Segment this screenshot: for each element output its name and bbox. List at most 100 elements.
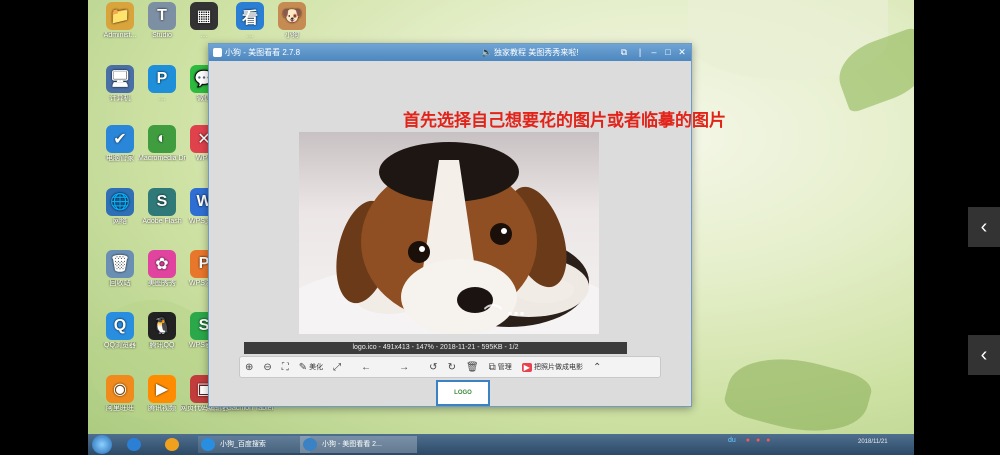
ie-taskbar-button[interactable] bbox=[124, 436, 166, 453]
desktop-icon-label: … bbox=[158, 95, 166, 102]
taskbar-item-label: 小狗_百度搜索 bbox=[220, 441, 266, 448]
maximize-button[interactable]: □ bbox=[661, 44, 675, 61]
chevron-left-icon: ‹ bbox=[980, 344, 988, 366]
app-icon: ✔ bbox=[106, 125, 134, 153]
beautify-button[interactable]: ✎ 美化 bbox=[294, 357, 328, 377]
rotate-left-icon: ↺ bbox=[429, 361, 438, 373]
desktop-icon-label: 计算机 bbox=[109, 95, 131, 102]
image-watermark: ⌒ ⋯ bbox=[484, 304, 526, 324]
desktop-icon-label: 电脑管家 bbox=[106, 155, 134, 162]
title-notice[interactable]: 独家教程 美图秀秀来啦! bbox=[494, 44, 578, 61]
desktop-icon[interactable]: ✔ 电脑管家 bbox=[96, 125, 144, 163]
taskbar-item-viewer[interactable]: 小狗 - 美图看看 2... bbox=[300, 436, 417, 453]
app-icon: 🗑 bbox=[106, 250, 134, 278]
desktop-icon-label: Macromedia Dreamwe... bbox=[138, 155, 186, 162]
desktop-icon[interactable]: T Studio bbox=[138, 2, 186, 40]
chevron-left-icon: ‹ bbox=[980, 216, 988, 238]
desktop-icon[interactable]: P… bbox=[138, 65, 186, 103]
app-icon: 🐧 bbox=[148, 312, 176, 340]
desktop-icon-label: Studio bbox=[152, 32, 172, 39]
separator: | bbox=[638, 47, 642, 57]
brush-icon: ✎ bbox=[298, 361, 308, 373]
previous-image-button[interactable]: ← bbox=[356, 357, 376, 377]
desktop-icon[interactable]: 📁 Administ... bbox=[96, 2, 144, 40]
desktop-icon-label: 阿里旺旺 bbox=[106, 405, 134, 412]
desktop-icon[interactable]: S Adobe Flash bbox=[138, 188, 186, 226]
tray-icon[interactable]: ● bbox=[756, 437, 760, 444]
start-button[interactable] bbox=[92, 435, 112, 454]
desktop-icon[interactable]: ▶ 腾讯视频 bbox=[138, 375, 186, 413]
manage-label: 管理 bbox=[497, 364, 512, 371]
trash-icon: 🗑 bbox=[465, 361, 479, 373]
rotate-left-button[interactable]: ↺ bbox=[424, 357, 442, 377]
wallpaper-decoration bbox=[721, 343, 875, 447]
rotate-right-button[interactable]: ↻ bbox=[443, 357, 461, 377]
previous-slide-button-lower[interactable]: ‹ bbox=[968, 335, 1000, 375]
window-title: 小狗 - 美图看看 2.7.8 bbox=[225, 48, 301, 57]
desktop-icon[interactable]: ✿ 美图秀秀 bbox=[138, 250, 186, 288]
app-icon: 🌐 bbox=[106, 188, 134, 216]
app-icon: Q bbox=[106, 312, 134, 340]
app-icon: T bbox=[148, 2, 176, 30]
image-viewer-window: 小狗 - 美图看看 2.7.8 🔈 独家教程 美图秀秀来啦! ⧉ | – □ ✕ bbox=[208, 43, 692, 407]
taskbar-item-browser[interactable]: 小狗_百度搜索 bbox=[198, 436, 310, 453]
viewer-toolbar: ⊕ ⊖ ⛶ ✎ 美化 ⤢ ← → ↺ ↻ 🗑 ⧉ 管理 ▶ 把照片做成电影 ⌃ bbox=[239, 356, 661, 378]
previous-slide-button[interactable]: ‹ bbox=[968, 207, 1000, 247]
window-titlebar[interactable]: 小狗 - 美图看看 2.7.8 🔈 独家教程 美图秀秀来啦! ⧉ | – □ ✕ bbox=[209, 44, 691, 61]
manage-button[interactable]: ⧉ 管理 bbox=[484, 357, 517, 377]
app-icon: ◉ bbox=[106, 375, 134, 403]
close-button[interactable]: ✕ bbox=[675, 44, 689, 61]
desktop-icon-label: 美图秀秀 bbox=[148, 280, 176, 287]
zoom-in-icon: ⊕ bbox=[245, 361, 254, 373]
desktop-icon-label: 回收站 bbox=[109, 280, 131, 287]
desktop-icon[interactable]: 🖥 计算机 bbox=[96, 65, 144, 103]
app-icon bbox=[213, 48, 222, 57]
puppy-image bbox=[299, 142, 599, 334]
desktop-icon[interactable]: ▦… bbox=[180, 2, 228, 40]
desktop-icon[interactable]: 🌐 网络 bbox=[96, 188, 144, 226]
fit-window-button[interactable]: ⛶ bbox=[277, 357, 294, 377]
taskbar-item-label: 小狗 - 美图看看 2... bbox=[322, 441, 382, 448]
app-icon: 看 bbox=[236, 2, 264, 30]
tutorial-caption: 首先选择自己想要花的图片或者临摹的图片 bbox=[403, 111, 726, 131]
delete-button[interactable]: 🗑 bbox=[461, 357, 484, 377]
movie-icon: ▶ bbox=[521, 362, 532, 372]
desktop-icon[interactable]: ◐ Macromedia Dreamwe... bbox=[138, 125, 186, 163]
displayed-photo[interactable]: ⌒ ⋯ bbox=[299, 132, 599, 334]
desktop-icon-label: 网络 bbox=[113, 218, 127, 225]
make-movie-button[interactable]: ▶ 把照片做成电影 bbox=[517, 357, 588, 377]
fit-icon: ⛶ bbox=[281, 361, 289, 373]
crop-button[interactable]: ⤢ bbox=[328, 357, 346, 377]
desktop-icon-label: Adobe Flash bbox=[142, 218, 182, 225]
desktop-icon[interactable]: 看… bbox=[226, 2, 274, 40]
thumbnail-strip-item[interactable]: LOGO bbox=[436, 380, 490, 406]
desktop-icon[interactable]: ◉ 阿里旺旺 bbox=[96, 375, 144, 413]
app-icon: ▶ bbox=[148, 375, 176, 403]
tray-icon[interactable]: du bbox=[728, 437, 736, 444]
zoom-in-button[interactable]: ⊕ bbox=[240, 357, 258, 377]
zoom-out-button[interactable]: ⊖ bbox=[258, 357, 276, 377]
desktop-icon-label: … bbox=[246, 32, 254, 39]
tray-icon[interactable]: ● bbox=[746, 437, 750, 444]
thumbnail-label: LOGO bbox=[454, 390, 472, 396]
app-icon: 🖥 bbox=[106, 65, 134, 93]
rotate-right-icon: ↻ bbox=[447, 361, 456, 373]
desktop-icon[interactable]: 🐶 小狗 bbox=[268, 2, 316, 40]
clock[interactable]: 2018/11/21 bbox=[858, 439, 888, 445]
minimize-button[interactable]: – bbox=[647, 44, 661, 61]
crop-icon: ⤢ bbox=[333, 361, 342, 373]
desktop-icon-label: … bbox=[200, 32, 208, 39]
fullscreen-icon[interactable]: ⧉ bbox=[617, 44, 631, 61]
system-tray[interactable]: du ● ● ● bbox=[728, 437, 770, 444]
desktop-icon-label: 腾讯QQ bbox=[149, 342, 175, 349]
app-icon: S bbox=[148, 188, 176, 216]
collapse-toolbar-button[interactable]: ⌃ bbox=[588, 357, 606, 377]
desktop-icon[interactable]: 🐧 腾讯QQ bbox=[138, 312, 186, 350]
speaker-icon[interactable]: 🔈 bbox=[481, 44, 492, 61]
arrow-right-icon: → bbox=[399, 361, 410, 373]
desktop-icon-label: 腾讯视频 bbox=[148, 405, 176, 412]
desktop-icon[interactable]: Q QQ浏览器 bbox=[96, 312, 144, 350]
desktop-icon[interactable]: 🗑 回收站 bbox=[96, 250, 144, 288]
next-image-button[interactable]: → bbox=[394, 357, 414, 377]
tray-icon[interactable]: ● bbox=[766, 437, 770, 444]
